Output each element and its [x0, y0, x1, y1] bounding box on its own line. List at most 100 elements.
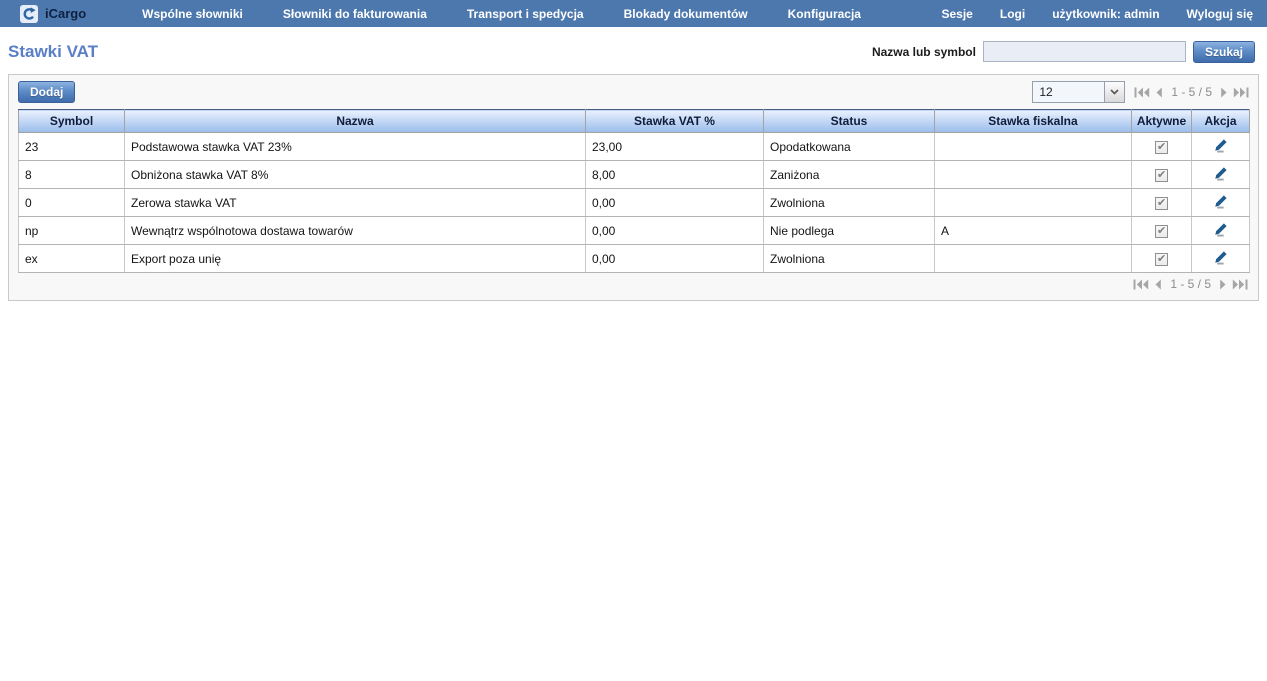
edit-pencil-icon[interactable] [1213, 166, 1228, 181]
action-cell [1192, 189, 1250, 217]
page-header: Stawki VAT Nazwa lub symbol Szukaj [0, 27, 1267, 74]
name-cell: Obniżona stawka VAT 8% [125, 161, 586, 189]
status-cell: Opodatkowana [764, 133, 935, 161]
brand-name: iCargo [45, 6, 86, 21]
search-bar: Nazwa lub symbol Szukaj [872, 41, 1255, 63]
pager-status: 1 - 5 / 5 [1167, 277, 1214, 291]
status-cell: Zwolniona [764, 245, 935, 273]
add-button[interactable]: Dodaj [18, 81, 75, 103]
table-row: ex Export poza unię 0,00 Zwolniona [19, 245, 1250, 273]
table-row: 23 Podstawowa stawka VAT 23% 23,00 Opoda… [19, 133, 1250, 161]
active-checkbox [1155, 197, 1168, 210]
top-nav-bar: iCargo Wspólne słowniki Słowniki do fakt… [0, 0, 1267, 27]
fiscal-rate-cell [935, 161, 1132, 189]
menu-item[interactable]: Sesje [942, 7, 973, 21]
action-cell [1192, 217, 1250, 245]
column-header: Aktywne [1132, 110, 1192, 133]
active-cell [1132, 217, 1192, 245]
active-checkbox [1155, 225, 1168, 238]
page-size-value: 12 [1033, 82, 1104, 102]
status-cell: Nie podlega [764, 217, 935, 245]
menu-item[interactable]: Wyloguj się [1187, 7, 1253, 21]
table-body: 23 Podstawowa stawka VAT 23% 23,00 Opoda… [19, 133, 1250, 273]
column-header: Symbol [19, 110, 125, 133]
name-cell: Export poza unię [125, 245, 586, 273]
symbol-cell: 23 [19, 133, 125, 161]
top-pager: 1 - 5 / 5 [1134, 85, 1249, 99]
symbol-cell: np [19, 217, 125, 245]
active-cell [1132, 189, 1192, 217]
first-page-icon[interactable] [1134, 87, 1150, 98]
edit-pencil-icon[interactable] [1213, 194, 1228, 209]
status-cell: Zwolniona [764, 189, 935, 217]
brand[interactable]: iCargo [20, 5, 86, 23]
active-checkbox [1155, 169, 1168, 182]
table-header-row: Symbol Nazwa Stawka VAT % Status Stawka … [19, 110, 1250, 133]
menu-item[interactable]: Słowniki do fakturowania [283, 7, 427, 21]
fiscal-rate-cell [935, 245, 1132, 273]
fiscal-rate-cell [935, 133, 1132, 161]
table-row: np Wewnątrz wspólnotowa dostawa towarów … [19, 217, 1250, 245]
search-label: Nazwa lub symbol [872, 45, 976, 59]
vat-rates-panel: Dodaj 12 1 - 5 / 5 [8, 74, 1259, 301]
menu-item[interactable]: Transport i spedycja [467, 7, 584, 21]
name-cell: Wewnątrz wspólnotowa dostawa towarów [125, 217, 586, 245]
main-menu: Wspólne słowniki Słowniki do fakturowani… [142, 7, 861, 21]
active-cell [1132, 133, 1192, 161]
fiscal-rate-cell: A [935, 217, 1132, 245]
next-page-icon[interactable] [1220, 87, 1228, 98]
vat-rates-table: Symbol Nazwa Stawka VAT % Status Stawka … [18, 109, 1250, 273]
menu-item[interactable]: użytkownik: admin [1052, 7, 1159, 21]
column-header: Stawka VAT % [586, 110, 764, 133]
next-page-icon[interactable] [1219, 279, 1227, 290]
menu-item[interactable]: Konfiguracja [788, 7, 861, 21]
edit-pencil-icon[interactable] [1213, 222, 1228, 237]
chevron-down-icon [1104, 82, 1124, 102]
active-checkbox [1155, 253, 1168, 266]
name-cell: Zerowa stawka VAT [125, 189, 586, 217]
icargo-logo-icon [20, 5, 38, 23]
column-header: Stawka fiskalna [935, 110, 1132, 133]
vat-rate-cell: 0,00 [586, 245, 764, 273]
search-input[interactable] [983, 41, 1186, 62]
table-row: 0 Zerowa stawka VAT 0,00 Zwolniona [19, 189, 1250, 217]
status-cell: Zaniżona [764, 161, 935, 189]
bottom-pager: 1 - 5 / 5 [9, 273, 1258, 291]
last-page-icon[interactable] [1233, 87, 1249, 98]
search-button[interactable]: Szukaj [1193, 41, 1255, 63]
prev-page-icon[interactable] [1154, 279, 1162, 290]
user-menu: Sesje Logi użytkownik: admin Wyloguj się [942, 7, 1254, 21]
table-row: 8 Obniżona stawka VAT 8% 8,00 Zaniżona [19, 161, 1250, 189]
page-title: Stawki VAT [8, 42, 98, 62]
last-page-icon[interactable] [1232, 279, 1248, 290]
menu-item[interactable]: Blokady dokumentów [624, 7, 748, 21]
menu-item[interactable]: Logi [1000, 7, 1025, 21]
edit-pencil-icon[interactable] [1213, 250, 1228, 265]
grid-toolbar: Dodaj 12 1 - 5 / 5 [9, 75, 1258, 109]
action-cell [1192, 245, 1250, 273]
symbol-cell: 0 [19, 189, 125, 217]
vat-rate-cell: 8,00 [586, 161, 764, 189]
vat-rate-cell: 0,00 [586, 217, 764, 245]
fiscal-rate-cell [935, 189, 1132, 217]
symbol-cell: 8 [19, 161, 125, 189]
pager-status: 1 - 5 / 5 [1168, 85, 1215, 99]
name-cell: Podstawowa stawka VAT 23% [125, 133, 586, 161]
active-cell [1132, 245, 1192, 273]
first-page-icon[interactable] [1133, 279, 1149, 290]
menu-item[interactable]: Wspólne słowniki [142, 7, 243, 21]
vat-rate-cell: 0,00 [586, 189, 764, 217]
page-size-select[interactable]: 12 [1032, 81, 1125, 103]
active-checkbox [1155, 141, 1168, 154]
toolbar-right: 12 1 - 5 / 5 [1032, 81, 1249, 103]
column-header: Nazwa [125, 110, 586, 133]
symbol-cell: ex [19, 245, 125, 273]
edit-pencil-icon[interactable] [1213, 138, 1228, 153]
column-header: Akcja [1192, 110, 1250, 133]
vat-rate-cell: 23,00 [586, 133, 764, 161]
action-cell [1192, 133, 1250, 161]
column-header: Status [764, 110, 935, 133]
prev-page-icon[interactable] [1155, 87, 1163, 98]
action-cell [1192, 161, 1250, 189]
active-cell [1132, 161, 1192, 189]
